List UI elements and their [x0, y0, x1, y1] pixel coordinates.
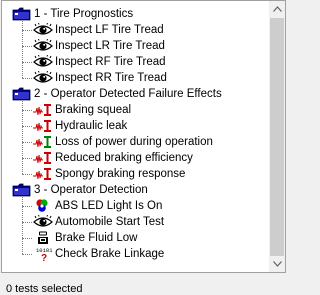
- tree-connector: [22, 238, 32, 239]
- tree-item[interactable]: Loss of power during operation: [2, 134, 270, 150]
- hand-icon: [33, 231, 53, 245]
- tree-item-label: Hydraulic leak: [55, 120, 128, 132]
- test-tree-panel: 1 - Tire Prognostics Inspect LF Tire Tre…: [1, 0, 286, 273]
- tree-item-label: Brake Fluid Low: [55, 232, 138, 244]
- test-tree: 1 - Tire Prognostics Inspect LF Tire Tre…: [2, 1, 270, 272]
- tree-connector: [22, 254, 32, 255]
- tree-connector: [22, 174, 32, 175]
- waveform-ok-icon: [33, 135, 53, 149]
- scrollbar-thumb[interactable]: [270, 18, 284, 256]
- folder-icon: [12, 7, 32, 21]
- tree-item-label: Spongy braking response: [55, 168, 186, 180]
- chevron-down-icon: [272, 261, 282, 267]
- tree-item-label: ABS LED Light Is On: [55, 200, 163, 212]
- chevron-up-icon: [272, 6, 282, 12]
- folder-icon: [12, 183, 32, 197]
- eye-icon: [33, 214, 53, 229]
- tree-item[interactable]: Inspect RF Tire Tread: [2, 54, 270, 70]
- tree-connector: [22, 101, 23, 174]
- tree-item-label: Reduced braking efficiency: [55, 152, 193, 164]
- tree-item-label: Inspect LF Tire Tread: [55, 24, 164, 36]
- tree-group-1[interactable]: 1 - Tire Prognostics: [2, 6, 270, 22]
- tree-group-label: 1 - Tire Prognostics: [34, 8, 134, 20]
- tree-item-label: Check Brake Linkage: [55, 248, 165, 260]
- waveform-alert-icon: [33, 119, 53, 133]
- tree-item[interactable]: Reduced braking efficiency: [2, 150, 270, 166]
- eye-icon: [33, 70, 53, 85]
- vertical-scrollbar[interactable]: [269, 1, 285, 272]
- tree-item-label: Inspect LR Tire Tread: [55, 40, 165, 52]
- folder-icon: [12, 87, 32, 101]
- color-dots-icon: [33, 199, 53, 213]
- tree-connector: [22, 62, 32, 63]
- tree-item-label: Inspect RR Tire Tread: [55, 72, 167, 84]
- svg-text:?: ?: [41, 253, 47, 261]
- tree-item[interactable]: ABS LED Light Is On: [2, 198, 270, 214]
- eye-icon: [33, 38, 53, 53]
- tree-group-3[interactable]: 3 - Operator Detection: [2, 182, 270, 198]
- tree-item-label: Braking squeal: [55, 104, 132, 116]
- tree-connector: [22, 197, 23, 254]
- tree-group-label: 3 - Operator Detection: [34, 184, 148, 196]
- tree-item[interactable]: Inspect RR Tire Tread: [2, 70, 270, 86]
- tree-item[interactable]: Braking squeal: [2, 102, 270, 118]
- waveform-alert-icon: [33, 103, 53, 117]
- tree-connector: [22, 110, 32, 111]
- tree-connector: [22, 158, 32, 159]
- tree-connector: [22, 78, 32, 79]
- tree-connector: [22, 46, 32, 47]
- tree-item[interactable]: Inspect LR Tire Tread: [2, 38, 270, 54]
- tree-connector: [22, 126, 32, 127]
- tree-connector: [22, 142, 32, 143]
- tree-item[interactable]: 10101 ? Check Brake Linkage: [2, 246, 270, 264]
- tree-item-label: Automobile Start Test: [55, 216, 165, 228]
- binary-question-icon: 10101 ?: [33, 247, 53, 264]
- waveform-alert-icon: [33, 167, 53, 181]
- eye-icon: [33, 22, 53, 37]
- tree-item[interactable]: Inspect LF Tire Tread: [2, 22, 270, 38]
- scroll-up-button[interactable]: [269, 1, 285, 17]
- scroll-down-button[interactable]: [269, 256, 285, 272]
- waveform-alert-icon: [33, 151, 53, 165]
- tree-group-2[interactable]: 2 - Operator Detected Failure Effects: [2, 86, 270, 102]
- tree-item-label: Inspect RF Tire Tread: [55, 56, 166, 68]
- tree-item[interactable]: Brake Fluid Low: [2, 230, 270, 246]
- status-text: 0 tests selected: [6, 283, 83, 295]
- tree-item[interactable]: Spongy braking response: [2, 166, 270, 182]
- tree-connector: [22, 30, 32, 31]
- tree-group-label: 2 - Operator Detected Failure Effects: [34, 88, 222, 100]
- tree-item[interactable]: Hydraulic leak: [2, 118, 270, 134]
- tree-item-label: Loss of power during operation: [55, 136, 213, 148]
- tree-connector: [22, 222, 32, 223]
- tree-item[interactable]: Automobile Start Test: [2, 214, 270, 230]
- tree-connector: [22, 21, 23, 78]
- eye-icon: [33, 54, 53, 69]
- tree-connector: [22, 206, 32, 207]
